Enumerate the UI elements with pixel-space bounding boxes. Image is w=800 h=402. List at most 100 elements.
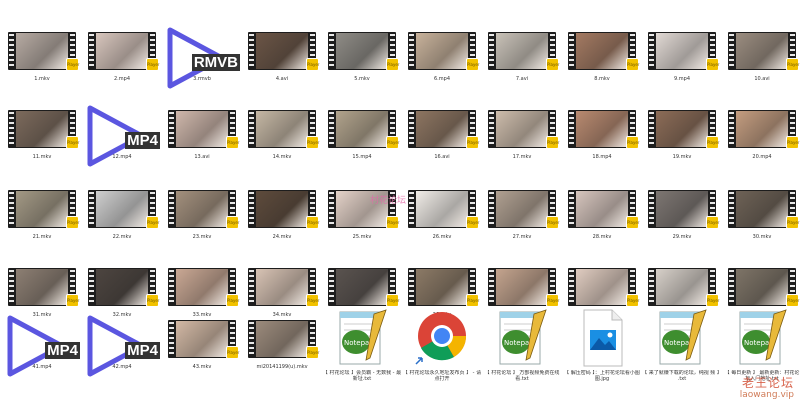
player-badge-icon: Player [466,216,479,229]
notepad-icon: Notepad [339,309,387,365]
player-file-icon: RMVB [162,26,242,92]
file-name: 19.mkv [672,154,692,160]
file-name: 10.avi [754,76,770,82]
file-name: 【 村花论坛 】会员霸 - 无数我 - 最新址.txt [322,370,402,382]
player-badge-icon: Player [626,136,639,149]
player-badge-icon: Player [626,294,639,307]
file-item[interactable]: MP4 42.mp4 [82,314,162,380]
file-name: 【 来了就赚下载的论坛，纯视 频 】 .txt [642,370,722,382]
player-badge-icon: Player [306,58,319,71]
file-item[interactable]: Player 15.mp4 [322,104,402,170]
video-thumbnail: Player [88,26,159,71]
watermark-line2: laowang.vip [739,390,794,400]
video-thumbnail: Player [408,104,479,149]
video-thumbnail: Player [168,262,239,307]
file-item[interactable]: Player 9.mp4 [642,26,722,92]
file-item[interactable]: MP4 12.mp4 [82,104,162,170]
notepad-icon: Notepad [739,309,787,365]
file-name: 42.mp4 [112,364,132,370]
file-item[interactable]: Player 29.mkv [642,184,722,250]
file-item[interactable]: Player 8.mkv [562,26,642,92]
video-thumbnail: Player [328,104,399,149]
file-item[interactable]: 【 解压密码 】：上村花论坛看小图图.jpg [562,309,642,382]
file-item[interactable]: Player 14.mkv [242,104,322,170]
file-item[interactable]: Notepad 【 村花论坛 】会员霸 - 无数我 - 最新址.txt [322,309,402,382]
file-item[interactable]: Player 16.avi [402,104,482,170]
file-item[interactable]: Player 17.mkv [482,104,562,170]
player-badge-icon: Player [786,136,799,149]
file-name: 5.mkv [354,76,370,82]
video-thumbnail: Player [728,26,799,71]
player-badge-icon: Player [626,216,639,229]
notepad-icon: Notepad [659,309,707,365]
file-item[interactable]: Player 21.mkv [2,184,82,250]
video-thumbnail: Player [328,26,399,71]
file-item[interactable]: Player 2.mp4 [82,26,162,92]
file-item[interactable]: Player 6.mp4 [402,26,482,92]
file-name: 27.mkv [512,234,532,240]
file-item[interactable]: 【 村花论坛永久地址发布页 】 - 请点打开 [402,312,482,382]
file-item[interactable]: Notepad 【 来了就赚下载的论坛，纯视 频 】 .txt [642,309,722,382]
file-name: 1.mkv [34,76,50,82]
player-badge-icon: Player [706,58,719,71]
player-badge-icon: Player [466,136,479,149]
file-item[interactable]: Player 11.mkv [2,104,82,170]
file-name: 17.mkv [512,154,532,160]
chrome-icon [415,312,467,365]
file-name: 28.mkv [592,234,612,240]
file-item[interactable]: Player 1.mkv [2,26,82,92]
player-file-icon: MP4 [2,314,82,380]
player-badge-icon: Player [706,136,719,149]
file-item[interactable]: Player 18.mp4 [562,104,642,170]
file-name: 18.mp4 [592,154,612,160]
file-name: 22.mkv [112,234,132,240]
format-tag: MP4 [125,342,160,359]
file-item[interactable]: Player 27.mkv [482,184,562,250]
player-badge-icon: Player [306,346,319,359]
video-thumbnail: Player [568,184,639,229]
file-item[interactable]: Player 7.avi [482,26,562,92]
format-tag: MP4 [125,132,160,149]
format-tag: RMVB [191,54,240,71]
file-item[interactable]: MP4 41.mp4 [2,314,82,380]
file-name: 6.mp4 [434,76,450,82]
file-item[interactable]: Notepad 【 每日更新 】 最新更新：村花论 坛入门地址.txt [722,309,800,382]
video-thumbnail: Player [408,262,479,307]
video-thumbnail: Player [88,262,159,307]
video-thumbnail: Player [248,262,319,307]
file-name: 【 解压密码 】：上村花论坛看小图图.jpg [564,370,640,382]
file-item[interactable]: Player 24.mkv [242,184,322,250]
video-thumbnail: Player [728,262,799,307]
file-name: 16.avi [434,154,450,160]
file-item[interactable]: Player 28.mkv [562,184,642,250]
file-item[interactable]: Player 20.mp4 [722,104,800,170]
watermark: 老王论坛 laowang.vip [739,377,794,401]
file-item[interactable]: Player 22.mkv [82,184,162,250]
video-thumbnail: Player [488,262,559,307]
file-item[interactable]: Player 30.mkv [722,184,800,250]
video-thumbnail: Player [88,184,159,229]
player-badge-icon: Player [146,294,159,307]
notepad-icon: Notepad [499,309,547,365]
file-item[interactable]: Player 23.mkv [162,184,242,250]
player-badge-icon: Player [66,58,79,71]
file-name: 23.mkv [192,234,212,240]
player-badge-icon: Player [466,58,479,71]
file-item[interactable]: Player mi20141199(u).mkv [242,314,322,380]
file-item[interactable]: Notepad 【 村花论坛 】 万部视频免费在线看.txt [482,309,562,382]
file-item[interactable]: Player 19.mkv [642,104,722,170]
player-badge-icon: Player [706,216,719,229]
file-item[interactable]: RMVB 3.rmvb [162,26,242,92]
file-name: 13.avi [194,154,210,160]
file-item[interactable]: Player 4.avi [242,26,322,92]
player-badge-icon: Player [66,136,79,149]
file-item[interactable]: Player 5.mkv [322,26,402,92]
file-item[interactable]: Player 13.avi [162,104,242,170]
player-badge-icon: Player [146,216,159,229]
image-file-icon [583,309,623,367]
file-item[interactable]: Player 43.mkv [162,314,242,380]
video-thumbnail: Player [168,104,239,149]
file-item[interactable]: Player 26.mkv [402,184,482,250]
player-badge-icon: Player [546,216,559,229]
file-item[interactable]: Player 10.avi [722,26,800,92]
